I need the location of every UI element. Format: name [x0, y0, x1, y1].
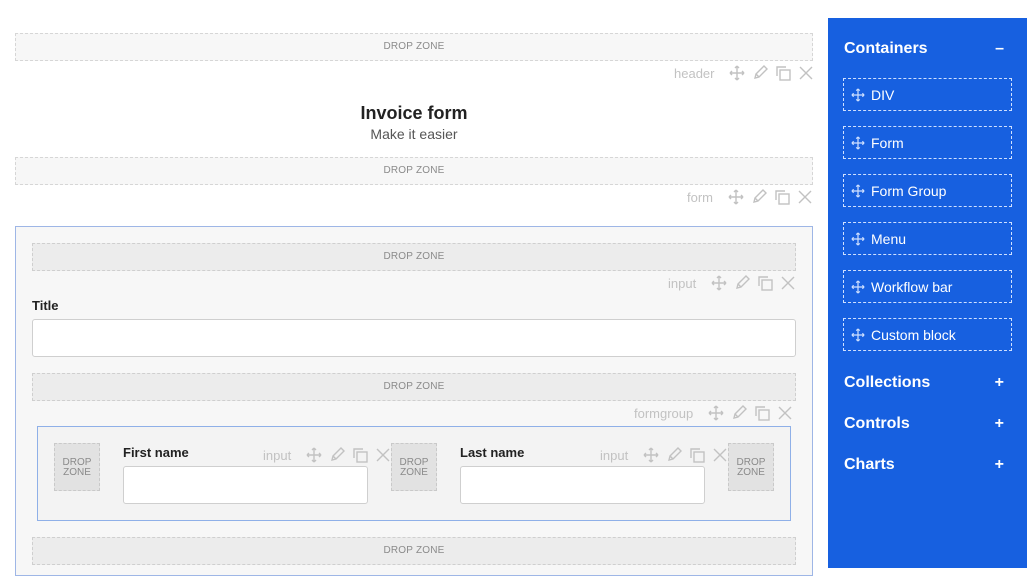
expand-icon[interactable]: + [995, 374, 1004, 392]
delete-icon[interactable] [798, 65, 814, 81]
move-icon[interactable] [643, 447, 659, 463]
delete-icon[interactable] [712, 447, 728, 463]
section-containers[interactable]: Containers – [844, 40, 1004, 58]
move-icon [851, 183, 865, 198]
move-icon [851, 327, 865, 342]
edit-icon[interactable] [666, 447, 683, 463]
element-type-label: header [674, 65, 715, 81]
title-label: Title [32, 298, 59, 313]
collapse-icon[interactable]: – [995, 40, 1004, 58]
element-type-label: form [687, 189, 713, 205]
title-input[interactable] [32, 319, 796, 357]
duplicate-icon[interactable] [352, 447, 368, 463]
first-name-label: First name [123, 445, 189, 460]
component-label: Form Group [871, 182, 947, 199]
duplicate-icon[interactable] [689, 447, 705, 463]
component-label: Custom block [871, 326, 956, 343]
drop-zone-square[interactable]: DROP ZONE [391, 443, 437, 491]
duplicate-icon[interactable] [774, 189, 790, 205]
component-div[interactable]: DIV [843, 78, 1012, 111]
section-label: Collections [844, 374, 931, 391]
page-heading: Invoice form [360, 103, 468, 123]
input-toolbar: input [600, 447, 728, 463]
component-workflow-bar[interactable]: Workflow bar [843, 270, 1012, 303]
move-icon[interactable] [306, 447, 322, 463]
element-type-label: input [600, 447, 629, 463]
component-label: Workflow bar [871, 278, 953, 295]
expand-icon[interactable]: + [995, 415, 1004, 433]
component-form[interactable]: Form [843, 126, 1012, 159]
drop-zone[interactable]: DROP ZONE [15, 157, 813, 185]
delete-icon[interactable] [797, 189, 813, 205]
move-icon[interactable] [729, 65, 745, 81]
move-icon [851, 135, 865, 150]
component-menu[interactable]: Menu [843, 222, 1012, 255]
last-name-input[interactable] [460, 466, 705, 504]
component-form-group[interactable]: Form Group [843, 174, 1012, 207]
edit-icon[interactable] [751, 189, 767, 205]
section-label: Containers [844, 40, 928, 57]
builder-canvas: DROP ZONE header Invoice form Make it ea… [0, 0, 828, 576]
header-toolbar: header [674, 65, 814, 81]
formgroup-toolbar: formgroup [634, 405, 793, 421]
delete-icon[interactable] [375, 447, 391, 463]
component-label: Form [871, 134, 904, 151]
drop-zone[interactable]: DROP ZONE [32, 373, 796, 401]
move-icon [851, 231, 865, 246]
form-toolbar: form [687, 189, 813, 205]
input-toolbar: input [263, 447, 391, 463]
section-label: Controls [844, 415, 910, 432]
duplicate-icon[interactable] [754, 405, 770, 421]
element-type-label: input [668, 275, 697, 291]
edit-icon[interactable] [752, 65, 769, 81]
edit-icon[interactable] [731, 405, 748, 421]
move-icon[interactable] [728, 189, 744, 205]
section-controls[interactable]: Controls + [844, 415, 1004, 433]
move-icon [851, 87, 865, 102]
expand-icon[interactable]: + [995, 456, 1004, 474]
drop-zone-text: ZONE [400, 467, 428, 478]
move-icon[interactable] [708, 405, 724, 421]
drop-zone-text: ZONE [63, 467, 91, 478]
element-type-label: input [263, 447, 292, 463]
section-label: Charts [844, 456, 895, 473]
drop-zone-text: ZONE [737, 467, 765, 478]
component-label: Menu [871, 230, 907, 247]
drop-zone-square[interactable]: DROP ZONE [728, 443, 774, 491]
edit-icon[interactable] [734, 275, 751, 291]
component-custom-block[interactable]: Custom block [843, 318, 1012, 351]
component-label: DIV [871, 86, 895, 103]
drop-zone[interactable]: DROP ZONE [15, 33, 813, 61]
section-collections[interactable]: Collections + [844, 374, 1004, 392]
drop-zone[interactable]: DROP ZONE [32, 243, 796, 271]
first-name-input[interactable] [123, 466, 368, 504]
delete-icon[interactable] [777, 405, 793, 421]
delete-icon[interactable] [780, 275, 796, 291]
duplicate-icon[interactable] [775, 65, 792, 81]
last-name-label: Last name [460, 445, 525, 460]
element-type-label: formgroup [634, 405, 694, 421]
drop-zone[interactable]: DROP ZONE [32, 537, 796, 565]
drop-zone-square[interactable]: DROP ZONE [54, 443, 100, 491]
section-charts[interactable]: Charts + [844, 456, 1004, 474]
page-subheading: Make it easier [370, 126, 458, 142]
components-sidebar: Containers – DIV Form Form Group Menu Wo… [828, 18, 1027, 568]
move-icon[interactable] [711, 275, 727, 291]
edit-icon[interactable] [329, 447, 346, 463]
move-icon [851, 279, 865, 294]
input-toolbar: input [668, 275, 796, 291]
duplicate-icon[interactable] [757, 275, 773, 291]
